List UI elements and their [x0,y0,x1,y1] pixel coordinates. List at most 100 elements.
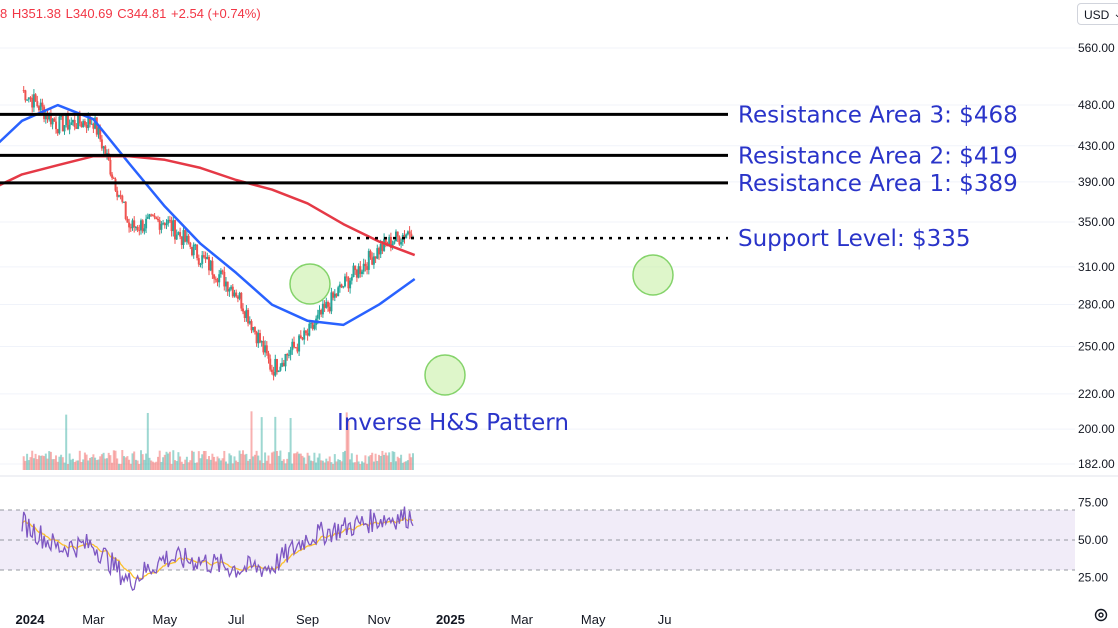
y-axis-label: 220.00 [1078,387,1115,401]
volume-bar [65,414,68,470]
gear-icon[interactable] [1093,607,1109,623]
level-label: Resistance Area 2: $419 [738,143,1018,169]
volume-bar [260,417,263,470]
candle-body [400,241,403,245]
candle-body [55,121,57,130]
candle-body [276,358,278,373]
candle-body [327,301,329,307]
y-axis-label: 200.00 [1078,422,1115,436]
candle-body [253,327,256,332]
price-chart[interactable]: 560.00 480.00 430.00 390.00 350.00 310.00 280.… [0,0,1118,628]
candle-body [284,354,287,367]
candle-body [165,223,168,226]
candle-body [121,195,124,202]
candle-body [289,350,292,355]
candle-body [345,276,348,278]
candle-body [128,222,131,228]
candle-body [34,94,37,102]
moving-average-red [0,154,416,257]
candle-body [408,231,411,234]
level-label: Resistance Area 3: $468 [738,102,1018,128]
candle-body [344,276,346,287]
candle-body [63,125,66,132]
annotations [0,112,728,240]
y-axis-label: 182.00 [1078,457,1115,471]
candle-body [36,101,39,107]
candle-body [145,218,148,229]
candle-body [221,270,224,272]
volume-bar [211,453,214,470]
candle-body [189,242,192,247]
moving-average-blue [0,103,416,327]
candle-body [83,121,86,125]
candle-body [354,265,357,270]
pattern-circle [632,254,674,296]
candle-body [245,309,248,319]
candle-body [146,216,149,219]
candle-body [287,354,290,356]
candle-body [202,255,205,257]
candle-body [168,219,171,221]
pattern-label: Inverse H&S Pattern [337,410,569,436]
volume-bar [185,456,188,470]
candle-body [369,250,372,258]
volume-bar [73,461,76,470]
volume-bar [177,452,180,470]
x-axis-label: Mar [82,612,105,627]
candle-body [192,244,195,256]
candle-body [70,122,73,125]
volume-bar [151,461,154,470]
candle-body [197,258,200,265]
candle-body [175,234,178,240]
x-axis-label: Ju [658,612,672,627]
volume-bar [111,462,114,470]
candle-body [304,330,307,334]
candle-body [279,366,282,371]
candle-body [235,292,238,297]
candle-body [242,308,244,312]
y-axis-label: 250.00 [1078,340,1115,354]
candle-body [396,231,399,237]
candle-body [126,218,129,223]
volume-bar [202,450,205,470]
x-axis-label: Nov [367,612,391,627]
rsi-axis-label: 75.00 [1078,496,1108,510]
y-axis-label: 310.00 [1078,260,1115,274]
candle-body [41,102,44,107]
volume-bar [77,460,80,470]
volume-bar [168,451,171,470]
candle-body [111,174,114,178]
candle-body [350,276,353,281]
volume-bar [99,456,102,470]
candle-body [185,235,188,242]
candle-body [228,288,231,292]
candle-body [177,232,180,235]
candle-body [119,195,122,197]
candle-body [337,287,340,297]
candle-body [65,115,68,126]
volume-bar [116,458,119,470]
y-axis-label: 430.00 [1078,139,1115,153]
candle-body [24,90,27,101]
candle-body [405,234,408,239]
candle-body [277,370,280,373]
candle-body [68,124,71,130]
candle-body [53,118,56,122]
candle-body [293,341,295,348]
candle-body [299,335,302,339]
candle-body [267,353,270,359]
volume-bar [124,457,127,470]
candle-body [155,217,158,220]
candle-body [316,314,319,319]
volume-bar [102,452,105,470]
volume-bar [126,456,129,470]
x-axis-label: May [581,612,606,627]
volume-bar [228,453,231,470]
x-axis-label: 2025 [436,612,465,627]
candle-body [134,226,137,228]
level-label: Resistance Area 1: $389 [738,171,1018,197]
candle-body [361,271,363,274]
volume-bar [160,461,163,470]
candle-body [136,226,139,230]
y-axis-label: 350.00 [1078,215,1115,229]
